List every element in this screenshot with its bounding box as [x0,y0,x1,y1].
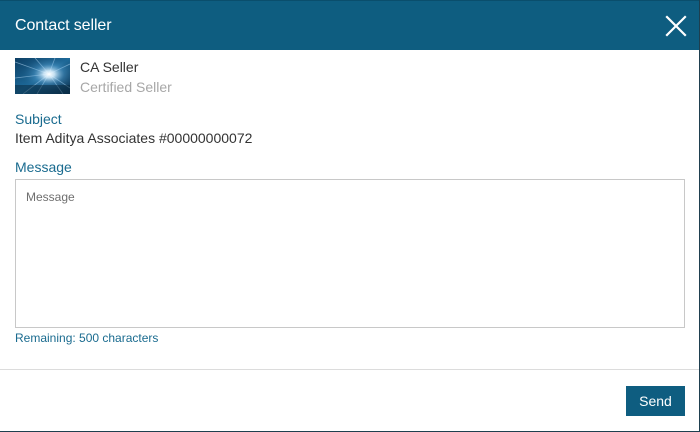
subject-label: Subject [15,111,62,127]
send-button[interactable]: Send [626,386,685,416]
subject-value: Item Aditya Associates #00000000072 [15,130,253,146]
close-icon [665,15,687,37]
seller-status: Certified Seller [80,79,172,95]
seller-thumbnail [15,58,70,94]
message-textarea[interactable] [15,179,685,328]
footer-divider [0,369,699,370]
seller-name: CA Seller [80,59,139,75]
message-label: Message [15,159,72,175]
dialog-header: Contact seller [0,0,699,50]
contact-seller-dialog: Contact seller CA Seller Certified Selle… [0,0,700,432]
dialog-title: Contact seller [15,17,112,34]
close-button[interactable] [665,15,687,37]
remaining-characters: Remaining: 500 characters [15,331,159,345]
